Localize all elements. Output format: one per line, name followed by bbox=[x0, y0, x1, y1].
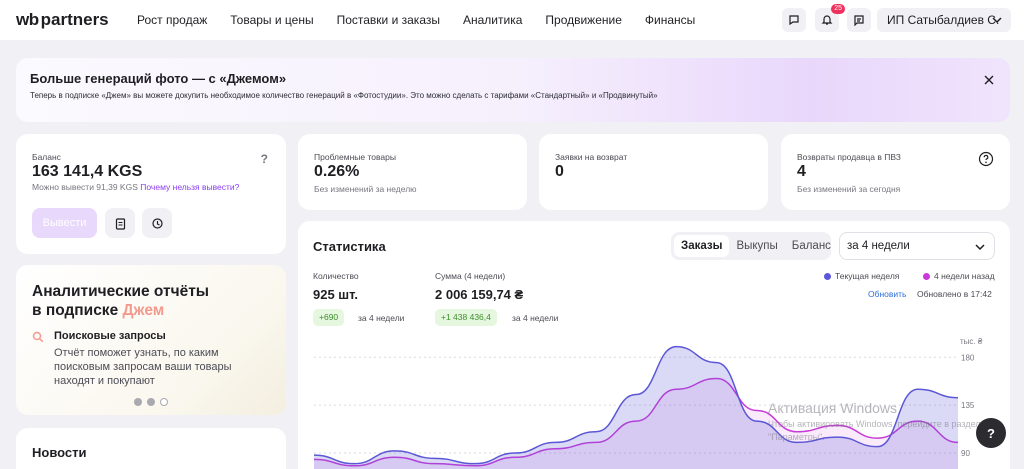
balance-help-icon[interactable]: ? bbox=[261, 152, 268, 166]
carousel-dot[interactable] bbox=[134, 398, 142, 406]
logo-wb-text: wb bbox=[16, 10, 39, 29]
sum-label: Сумма (4 недели) bbox=[435, 271, 506, 281]
chart-unit-label: тыс. ₴ bbox=[960, 337, 983, 346]
tab-buyouts[interactable]: Выкупы bbox=[729, 235, 784, 257]
legend-prev[interactable]: 4 недели назад bbox=[923, 271, 995, 281]
metric-label: Возвраты продавца в ПВЗ bbox=[797, 152, 901, 162]
help-button[interactable]: ? bbox=[976, 418, 1006, 448]
period-select[interactable]: за 4 недели bbox=[839, 232, 995, 260]
chart-y-tick-label: 180 bbox=[961, 353, 975, 362]
metric-value: 4 bbox=[797, 163, 806, 180]
metric-value: 0.26% bbox=[314, 163, 360, 180]
updated-time: Обновлено в 17:42 bbox=[917, 289, 992, 299]
documents-button[interactable] bbox=[105, 208, 135, 238]
statistics-title: Статистика bbox=[313, 239, 386, 254]
chat-icon bbox=[789, 15, 799, 26]
banner-subtitle: Теперь в подписке «Джем» вы можете докуп… bbox=[30, 91, 658, 100]
analytics-promo-card[interactable]: Аналитические отчёты в подписке Джем Пои… bbox=[16, 265, 286, 415]
metric-card-seller-returns[interactable]: Возвраты продавца в ПВЗ 4 Без изменений … bbox=[781, 134, 1010, 210]
history-button[interactable] bbox=[142, 208, 172, 238]
sum-delta-badge: +1 438 436,4 bbox=[435, 309, 497, 326]
sum-value: 2 006 159,74 ₴ bbox=[435, 287, 524, 302]
nav-promotion[interactable]: Продвижение bbox=[545, 13, 622, 27]
history-icon bbox=[151, 217, 163, 229]
logo[interactable]: wb partners bbox=[16, 10, 109, 30]
legend-prev-label: 4 недели назад bbox=[934, 271, 995, 281]
nav-finance[interactable]: Финансы bbox=[645, 13, 695, 27]
main-nav: Рост продаж Товары и цены Поставки и зак… bbox=[137, 13, 718, 27]
legend-dot bbox=[923, 272, 930, 280]
news-card: Новости bbox=[16, 428, 286, 469]
chart-y-tick-label: 90 bbox=[961, 449, 970, 458]
search-icon bbox=[32, 331, 44, 343]
legend-current[interactable]: Текущая неделя bbox=[824, 271, 899, 281]
metric-label: Проблемные товары bbox=[314, 152, 396, 162]
period-value: за 4 недели bbox=[847, 240, 910, 252]
quantity-delta-note: за 4 недели bbox=[358, 313, 405, 323]
quantity-value: 925 шт. bbox=[313, 287, 358, 302]
clipboard-icon bbox=[115, 217, 125, 230]
why-cannot-withdraw-link[interactable]: Почему нельзя вывести? bbox=[140, 182, 239, 192]
promo-title: Аналитические отчёты в подписке Джем bbox=[32, 282, 209, 320]
promo-banner: Больше генераций фото — с «Джемом» Тепер… bbox=[16, 58, 1010, 122]
balance-withdraw-info: Можно вывести 91,39 KGS Почему нельзя вы… bbox=[32, 182, 239, 192]
promo-title-line1: Аналитические отчёты bbox=[32, 283, 210, 300]
balance-label: Баланс bbox=[32, 152, 61, 162]
withdraw-available-text: Можно вывести 91,39 KGS bbox=[32, 182, 138, 192]
refresh-link[interactable]: Обновить bbox=[868, 289, 907, 299]
close-icon[interactable] bbox=[982, 73, 996, 87]
user-name: ИП Сатыбалдиев С. bbox=[887, 13, 1000, 27]
stats-tabs: Заказы Выкупы Баланс bbox=[671, 232, 831, 260]
chart-y-tick-label: 135 bbox=[961, 401, 975, 410]
tab-orders[interactable]: Заказы bbox=[674, 235, 730, 257]
windows-activation-title: Активация Windows bbox=[768, 400, 898, 416]
tab-balance[interactable]: Баланс bbox=[785, 235, 838, 257]
nav-supplies-orders[interactable]: Поставки и заказы bbox=[337, 13, 440, 27]
sum-delta-note: за 4 недели bbox=[512, 313, 559, 323]
orders-chart: тыс. ₴ 90 135 180 bbox=[313, 337, 983, 469]
logo-partners-text: partners bbox=[40, 10, 109, 29]
user-menu-button[interactable]: ИП Сатыбалдиев С. bbox=[877, 8, 1011, 32]
chat-button[interactable] bbox=[782, 8, 806, 32]
chevron-down-icon bbox=[992, 17, 1002, 24]
windows-activation-text: Чтобы активировать Windows, перейдите в … bbox=[768, 419, 981, 442]
help-circle-icon[interactable] bbox=[978, 151, 994, 167]
promo-title-accent: Джем bbox=[122, 302, 165, 319]
banner-title: Больше генераций фото — с «Джемом» bbox=[30, 71, 287, 86]
quantity-label: Количество bbox=[313, 271, 359, 281]
nav-goods-prices[interactable]: Товары и цены bbox=[230, 13, 313, 27]
top-header: wb partners Рост продаж Товары и цены По… bbox=[0, 0, 1024, 40]
metric-sub: Без изменений за сегодня bbox=[797, 184, 901, 194]
metric-label: Заявки на возврат bbox=[555, 152, 628, 162]
promo-title-line2: в подписке bbox=[32, 302, 123, 319]
metric-card-problem-goods[interactable]: Проблемные товары 0.26% Без изменений за… bbox=[298, 134, 527, 210]
chevron-down-icon bbox=[975, 244, 985, 251]
legend-current-label: Текущая неделя bbox=[835, 271, 900, 281]
promo-item-description: Отчёт поможет узнать, по каким поисковым… bbox=[54, 347, 232, 387]
bell-icon bbox=[821, 15, 833, 25]
quantity-delta-badge: +690 bbox=[313, 309, 345, 326]
legend-dot bbox=[824, 272, 831, 280]
withdraw-button[interactable]: Вывести bbox=[32, 208, 97, 238]
carousel-dot[interactable] bbox=[160, 398, 168, 406]
nav-analytics[interactable]: Аналитика bbox=[463, 13, 522, 27]
messages-button[interactable] bbox=[847, 8, 871, 32]
nav-sales-growth[interactable]: Рост продаж bbox=[137, 13, 207, 27]
promo-item-title: Поисковые запросы bbox=[54, 330, 166, 342]
metric-value: 0 bbox=[555, 163, 564, 180]
notifications-badge: 25 bbox=[831, 4, 845, 14]
metric-sub: Без изменений за неделю bbox=[314, 184, 417, 194]
balance-value: 163 141,4 KGS bbox=[32, 163, 143, 180]
notifications-button[interactable]: 25 bbox=[815, 4, 845, 32]
balance-card: Баланс 163 141,4 KGS Можно вывести 91,39… bbox=[16, 134, 286, 254]
carousel-dots bbox=[134, 398, 168, 406]
message-icon bbox=[854, 15, 864, 26]
news-title: Новости bbox=[32, 445, 87, 460]
carousel-dot[interactable] bbox=[147, 398, 155, 406]
metric-card-return-requests[interactable]: Заявки на возврат 0 bbox=[539, 134, 768, 210]
